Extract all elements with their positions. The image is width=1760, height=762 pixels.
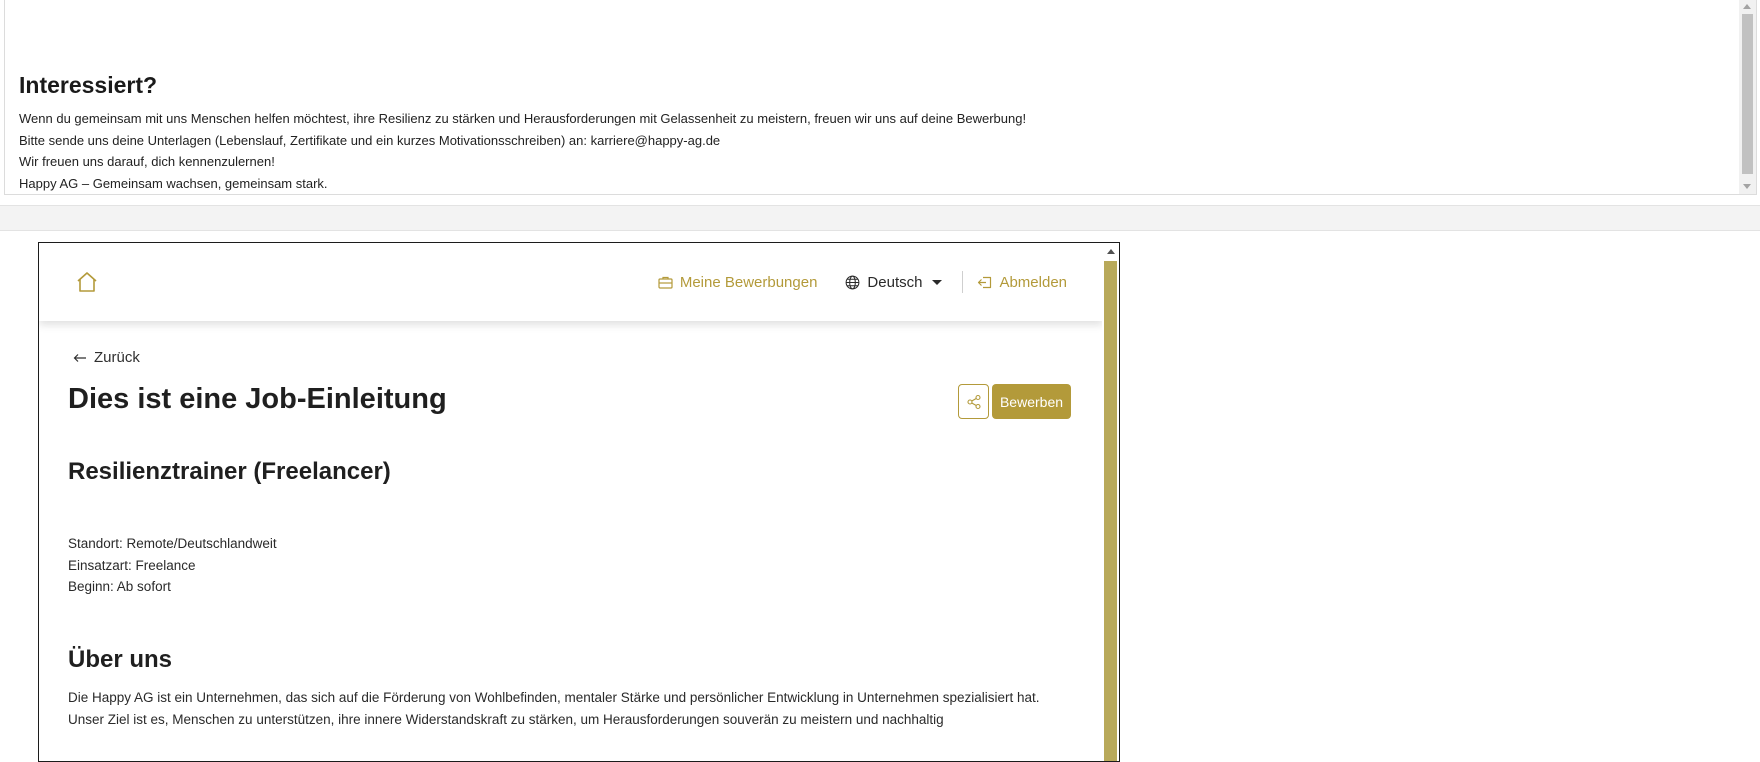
preview-scrollbar[interactable] bbox=[1102, 243, 1119, 761]
language-label: Deutsch bbox=[867, 273, 923, 291]
apply-button[interactable]: Bewerben bbox=[992, 384, 1071, 419]
text-line: Wir freuen uns darauf, dich kennenzulern… bbox=[19, 154, 275, 169]
share-icon bbox=[966, 394, 981, 409]
my-applications-label: Meine Bewerbungen bbox=[679, 273, 818, 291]
editor-preview-pane: Interessiert? Wenn du gemeinsam mit uns … bbox=[4, 0, 1757, 195]
separator-band bbox=[0, 205, 1760, 231]
globe-icon bbox=[846, 275, 860, 289]
logout-link[interactable]: Abmelden bbox=[977, 274, 1067, 291]
arrow-left-icon bbox=[73, 353, 86, 362]
back-link[interactable]: Zurück bbox=[73, 349, 140, 366]
preview-frame: Meine Bewerbungen Deutsch Abmelden Zurüc… bbox=[38, 242, 1120, 762]
job-subtitle: Resilienztrainer (Freelancer) bbox=[68, 458, 391, 485]
scrollbar-thumb[interactable] bbox=[1742, 14, 1753, 174]
scroll-up-icon[interactable] bbox=[1743, 4, 1751, 9]
about-heading: Über uns bbox=[68, 646, 173, 673]
text-line: Wenn du gemeinsam mit uns Menschen helfe… bbox=[19, 111, 1027, 126]
back-label: Zurück bbox=[94, 349, 140, 366]
employment-type-text: Einsatzart: Freelance bbox=[68, 557, 196, 573]
my-applications-link[interactable]: Meine Bewerbungen bbox=[658, 273, 818, 291]
scroll-down-icon[interactable] bbox=[1743, 184, 1751, 189]
logout-icon bbox=[978, 276, 992, 288]
language-select[interactable]: Deutsch bbox=[845, 273, 943, 291]
start-date-text: Beginn: Ab sofort bbox=[68, 579, 171, 594]
interested-heading: Interessiert? bbox=[19, 72, 158, 98]
job-meta: Standort: Remote/Deutschlandweit Einsatz… bbox=[68, 533, 277, 598]
scrollbar-thumb[interactable] bbox=[1104, 261, 1117, 761]
page-title: Dies ist eine Job-Einleitung bbox=[68, 383, 447, 415]
top-navbar: Meine Bewerbungen Deutsch Abmelden bbox=[39, 243, 1103, 321]
briefcase-icon bbox=[658, 276, 673, 289]
scroll-up-icon[interactable] bbox=[1107, 249, 1115, 254]
home-icon[interactable] bbox=[75, 270, 99, 294]
editor-content: Interessiert? Wenn du gemeinsam mit uns … bbox=[19, 72, 1719, 194]
chevron-down-icon bbox=[932, 279, 943, 285]
share-button[interactable] bbox=[958, 384, 989, 419]
location-text: Standort: Remote/Deutschlandweit bbox=[68, 536, 277, 551]
logout-label: Abmelden bbox=[999, 273, 1067, 291]
editor-scrollbar[interactable] bbox=[1739, 0, 1756, 194]
nav-divider bbox=[962, 271, 964, 293]
text-line: Bitte sende uns deine Unterlagen (Lebens… bbox=[19, 132, 721, 148]
nav-actions: Meine Bewerbungen Deutsch Abmelden bbox=[658, 243, 1067, 321]
about-paragraph: Die Happy AG ist ein Unternehmen, das si… bbox=[68, 690, 1040, 727]
text-line: Happy AG – Gemeinsam wachsen, gemeinsam … bbox=[19, 175, 328, 191]
